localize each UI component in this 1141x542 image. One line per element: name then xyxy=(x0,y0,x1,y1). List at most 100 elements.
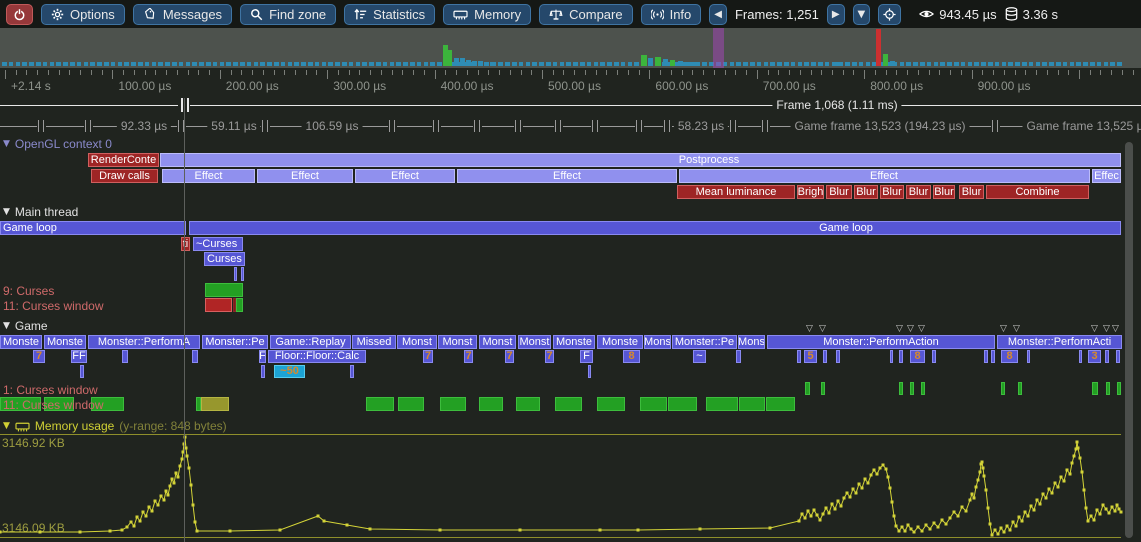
zone[interactable] xyxy=(1027,350,1030,363)
zone[interactable] xyxy=(479,397,503,411)
zone[interactable]: ~50 xyxy=(274,365,305,378)
zone[interactable] xyxy=(261,365,265,378)
zone[interactable] xyxy=(122,350,128,363)
zone[interactable] xyxy=(1092,382,1098,395)
collapse-icon[interactable]: ▼ xyxy=(3,207,10,217)
zone[interactable]: Combine xyxy=(986,185,1089,199)
zone[interactable] xyxy=(1116,350,1120,363)
zone[interactable] xyxy=(910,382,914,395)
zone[interactable] xyxy=(440,397,466,411)
zone[interactable]: Mean luminance xyxy=(677,185,795,199)
zone[interactable]: 3 xyxy=(1088,350,1101,363)
zone[interactable] xyxy=(984,350,988,363)
zone[interactable] xyxy=(899,382,903,395)
zone[interactable]: Effect xyxy=(355,169,455,183)
zone[interactable]: 8 xyxy=(623,350,640,363)
zone[interactable] xyxy=(1018,382,1022,395)
zone[interactable]: Blur xyxy=(826,185,852,199)
zone[interactable] xyxy=(201,397,229,411)
zone[interactable] xyxy=(236,298,243,312)
zone[interactable]: Mons xyxy=(644,335,671,349)
zone[interactable] xyxy=(836,350,840,363)
memory-usage-chart[interactable] xyxy=(0,417,1141,542)
zone[interactable]: 7 xyxy=(464,350,473,363)
zone[interactable]: 7 xyxy=(33,350,45,363)
collapse-icon[interactable]: ▼ xyxy=(3,321,10,331)
zone[interactable]: Monste xyxy=(597,335,643,349)
zone[interactable]: 7 xyxy=(423,350,433,363)
zone[interactable]: Monst xyxy=(479,335,516,349)
zone[interactable] xyxy=(234,267,237,281)
zone[interactable]: Effect xyxy=(257,169,353,183)
zone[interactable]: 7 xyxy=(505,350,514,363)
zone[interactable] xyxy=(991,350,995,363)
zone[interactable]: Monster::Pe xyxy=(202,335,268,349)
zone[interactable]: Blur xyxy=(959,185,984,199)
zone[interactable]: Floor::Floor::Calc xyxy=(268,350,366,363)
game-thread-header[interactable]: ▼ Game xyxy=(3,319,48,333)
zone[interactable]: Brigh xyxy=(797,185,824,199)
zone[interactable]: 5 xyxy=(804,350,817,363)
zone[interactable]: 8 xyxy=(1001,350,1018,363)
zone[interactable] xyxy=(821,382,825,395)
zone[interactable] xyxy=(1106,382,1110,395)
zone[interactable] xyxy=(797,350,801,363)
zone[interactable]: Game loop xyxy=(189,221,1121,235)
opengl-thread-header[interactable]: ▼ OpenGL context 0 xyxy=(3,137,112,151)
zone[interactable]: Draw calls xyxy=(91,169,158,183)
zone[interactable]: ti xyxy=(181,237,190,251)
zone[interactable] xyxy=(640,397,667,411)
zone[interactable] xyxy=(1079,350,1082,363)
zone[interactable]: Blur xyxy=(880,185,904,199)
zone[interactable]: Mons xyxy=(738,335,765,349)
zone[interactable] xyxy=(932,350,936,363)
zone[interactable] xyxy=(1105,350,1109,363)
zone[interactable] xyxy=(80,365,84,378)
zone[interactable]: F xyxy=(259,350,266,363)
zone[interactable] xyxy=(588,365,591,378)
zone[interactable] xyxy=(736,350,741,363)
zone[interactable]: F xyxy=(580,350,593,363)
zone[interactable]: Blur xyxy=(933,185,955,199)
zone[interactable]: Effect xyxy=(457,169,677,183)
vertical-scrollbar[interactable] xyxy=(1125,142,1133,538)
zone[interactable] xyxy=(706,397,738,411)
zone[interactable] xyxy=(766,397,795,411)
zone[interactable]: Blur xyxy=(906,185,931,199)
zone[interactable] xyxy=(516,397,540,411)
zone[interactable]: Monster::PerformActi xyxy=(997,335,1122,349)
collapse-icon[interactable]: ▼ xyxy=(3,139,10,149)
zone[interactable]: Missed xyxy=(352,335,396,349)
zone[interactable]: Monste xyxy=(0,335,42,349)
zone[interactable]: ~Curses xyxy=(193,237,243,251)
zone[interactable]: Blur xyxy=(854,185,878,199)
zone[interactable]: Monst xyxy=(397,335,437,349)
zone[interactable]: Postprocess xyxy=(160,153,1121,167)
timeline-view[interactable]: ▼ OpenGL context 0 ▼ Main thread ▼ Game … xyxy=(0,0,1141,542)
zone[interactable] xyxy=(1001,382,1005,395)
zone[interactable] xyxy=(192,350,198,363)
zone[interactable] xyxy=(1117,382,1121,395)
zone[interactable] xyxy=(205,283,243,297)
zone[interactable]: 7 xyxy=(545,350,554,363)
zone[interactable]: Monste xyxy=(553,335,595,349)
zone[interactable]: Game::Replay xyxy=(270,335,351,349)
zone[interactable]: 8 xyxy=(910,350,925,363)
zone[interactable]: Effect xyxy=(162,169,255,183)
zone[interactable] xyxy=(597,397,625,411)
zone[interactable] xyxy=(555,397,582,411)
zone[interactable] xyxy=(241,267,244,281)
main-thread-header[interactable]: ▼ Main thread xyxy=(3,205,78,219)
zone[interactable]: FF xyxy=(71,350,87,363)
zone[interactable] xyxy=(921,382,925,395)
zone[interactable] xyxy=(668,397,697,411)
zone[interactable] xyxy=(739,397,765,411)
zone[interactable]: Monste xyxy=(44,335,86,349)
zone[interactable] xyxy=(398,397,424,411)
zone[interactable]: Monst xyxy=(518,335,551,349)
zone[interactable] xyxy=(366,397,394,411)
zone[interactable]: ~ xyxy=(693,350,706,363)
zone[interactable] xyxy=(350,365,354,378)
zone[interactable]: RenderConte xyxy=(88,153,159,167)
zone[interactable]: Effec xyxy=(1092,169,1121,183)
